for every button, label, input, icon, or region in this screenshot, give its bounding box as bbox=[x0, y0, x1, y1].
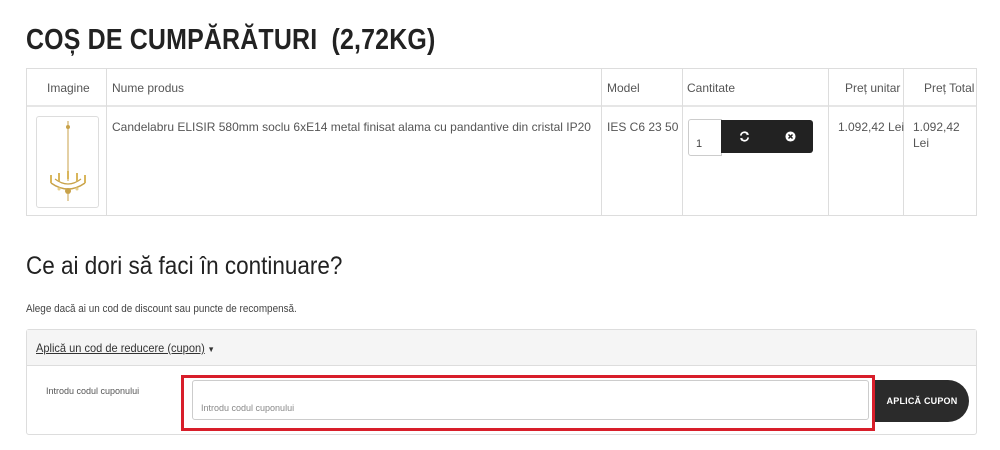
product-image[interactable] bbox=[36, 116, 99, 208]
quantity-input[interactable] bbox=[688, 119, 722, 156]
update-quantity-button[interactable] bbox=[721, 120, 768, 153]
caret-down-icon: ▼ bbox=[207, 345, 215, 354]
header-image: Imagine bbox=[47, 81, 90, 95]
next-steps-heading: Ce ai dori să faci în continuare? bbox=[26, 252, 343, 280]
remove-item-button[interactable] bbox=[768, 120, 813, 153]
chandelier-icon bbox=[50, 121, 86, 201]
header-unit-price: Preț unitar bbox=[845, 81, 901, 95]
total-price: 1.092,42 Lei bbox=[913, 120, 960, 150]
column-divider bbox=[828, 69, 829, 215]
remove-icon bbox=[785, 131, 796, 142]
page-title-text: COȘ DE CUMPĂRĂTURI bbox=[26, 24, 318, 56]
column-divider bbox=[601, 69, 602, 215]
column-divider bbox=[903, 69, 904, 215]
coupon-field-label: Introdu codul cuponului bbox=[46, 386, 140, 396]
column-divider bbox=[682, 69, 683, 215]
cart-weight: (2,72KG) bbox=[331, 24, 436, 56]
coupon-toggle-label: Aplică un cod de reducere (cupon) bbox=[36, 341, 205, 355]
header-total-price: Preț Total bbox=[924, 81, 975, 95]
next-steps-description: Alege dacă ai un cod de discount sau pun… bbox=[26, 303, 297, 315]
coupon-panel: Aplică un cod de reducere (cupon) ▼ Intro… bbox=[26, 329, 977, 435]
header-quantity: Cantitate bbox=[687, 81, 736, 95]
header-product-name: Nume produs bbox=[112, 81, 185, 95]
apply-coupon-button[interactable]: APLICĂ CUPON bbox=[875, 380, 969, 422]
column-divider bbox=[106, 69, 107, 215]
page-title: COȘ DE CUMPĂRĂTURI (2,72KG) bbox=[26, 24, 435, 57]
product-name-link[interactable]: Candelabru ELISIR 580mm soclu 6xE14 meta… bbox=[112, 119, 592, 135]
coupon-toggle-link[interactable]: Aplică un cod de reducere (cupon) ▼ bbox=[36, 341, 215, 355]
coupon-code-input[interactable] bbox=[192, 380, 869, 420]
unit-price: 1.092,42 Lei bbox=[838, 120, 905, 134]
cart-table: Imagine Nume produs Model Cantitate Preț… bbox=[26, 68, 977, 216]
product-model: IES C6 23 50 bbox=[607, 120, 679, 134]
coupon-panel-header: Aplică un cod de reducere (cupon) ▼ bbox=[27, 330, 976, 366]
refresh-icon bbox=[739, 131, 750, 142]
header-model: Model bbox=[607, 81, 640, 95]
